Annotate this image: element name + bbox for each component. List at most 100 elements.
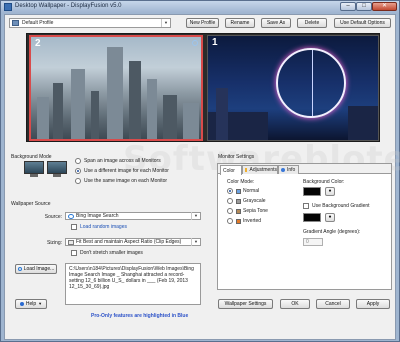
skyscraper bbox=[147, 79, 157, 139]
radio-button[interactable] bbox=[75, 168, 81, 174]
radio-same-each[interactable]: Use the same image on each Monitor bbox=[75, 178, 167, 184]
minimize-button[interactable]: – bbox=[340, 2, 356, 11]
profile-value: Default Profile bbox=[22, 20, 54, 26]
help-icon bbox=[19, 302, 24, 306]
tab-label: Color bbox=[223, 167, 235, 174]
inverted-icon bbox=[236, 218, 241, 224]
hotel-building bbox=[216, 88, 228, 140]
skyscraper bbox=[163, 95, 177, 139]
sizing-select[interactable]: Fit Best and maintain Aspect Ratio (Clip… bbox=[65, 238, 201, 246]
source-select[interactable]: Bing Image Search ▼ bbox=[65, 212, 201, 220]
use-gradient-label: Use Background Gradient bbox=[312, 203, 370, 209]
color-mode-normal[interactable]: Normal bbox=[227, 188, 259, 194]
bing-icon bbox=[68, 213, 74, 219]
use-default-options-button[interactable]: Use Default Options bbox=[334, 18, 391, 28]
source-value: Bing Image Search bbox=[76, 213, 119, 219]
info-icon bbox=[281, 168, 285, 172]
monitor-1-preview[interactable]: 1 bbox=[207, 35, 379, 141]
title-bar[interactable]: Desktop Wallpaper - DisplayFusion v5.0 –… bbox=[1, 1, 399, 13]
monitor-number-label: 2 bbox=[35, 38, 41, 49]
color-mode-sepia[interactable]: Sepia Tone bbox=[227, 208, 268, 214]
radio-button[interactable] bbox=[227, 198, 233, 204]
radio-different-each[interactable]: Use a different image for each Monitor bbox=[75, 168, 169, 174]
app-icon bbox=[4, 3, 12, 11]
monitor-preview: 2 1 bbox=[26, 33, 380, 142]
background-color-swatch[interactable] bbox=[303, 187, 321, 196]
chevron-down-icon[interactable]: ▼ bbox=[191, 212, 200, 220]
sepia-icon bbox=[236, 208, 241, 214]
radio-button[interactable] bbox=[75, 178, 81, 184]
wallpaper-source-heading: Wallpaper Source bbox=[11, 201, 51, 207]
close-button[interactable]: ✕ bbox=[372, 2, 397, 11]
cancel-button[interactable]: Cancel bbox=[316, 299, 350, 309]
radio-label: Inverted bbox=[243, 218, 262, 224]
skyscraper bbox=[91, 91, 99, 139]
maximize-button[interactable]: □ bbox=[356, 2, 372, 11]
tab-info[interactable]: Info bbox=[278, 165, 299, 174]
skyscraper bbox=[107, 47, 123, 139]
color-mode-grayscale[interactable]: Grayscale bbox=[227, 198, 266, 204]
radio-button[interactable] bbox=[227, 218, 233, 224]
wheel-spoke bbox=[312, 50, 313, 116]
rename-button[interactable]: Rename bbox=[225, 18, 255, 28]
background-color-label: Background Color: bbox=[303, 179, 345, 185]
checkbox[interactable] bbox=[303, 203, 309, 209]
color-picker-button[interactable]: ● bbox=[325, 187, 335, 196]
radio-button[interactable] bbox=[227, 188, 233, 194]
source-label: Source: bbox=[44, 214, 62, 220]
gradient-color-picker-button[interactable]: ● bbox=[325, 213, 335, 222]
tab-color[interactable]: Color bbox=[220, 165, 242, 175]
desktop-wallpaper-window: Desktop Wallpaper - DisplayFusion v5.0 –… bbox=[0, 0, 400, 342]
monitor-screen-graphic bbox=[47, 161, 67, 174]
wallpaper-settings-button[interactable]: Wallpaper Settings bbox=[218, 299, 273, 309]
image-path-textbox[interactable]: C:\Users\n184\Pictures\DisplayFusion\Web… bbox=[65, 263, 201, 305]
radio-button[interactable] bbox=[227, 208, 233, 214]
pro-only-note: Pro-Only features are highlighted in Blu… bbox=[91, 313, 189, 319]
radio-span-all[interactable]: Span an image across all Monitors bbox=[75, 158, 161, 164]
load-random-checkbox[interactable]: Load random images bbox=[71, 224, 127, 230]
color-mode-inverted[interactable]: Inverted bbox=[227, 218, 261, 224]
skyscraper bbox=[71, 69, 85, 139]
monitor-stand-graphic bbox=[53, 174, 61, 177]
skyscraper bbox=[129, 61, 141, 139]
adjustments-icon bbox=[245, 168, 248, 172]
apply-button[interactable]: Apply bbox=[356, 299, 390, 309]
save-as-button[interactable]: Save As bbox=[261, 18, 291, 28]
monitor-number-label: 1 bbox=[212, 37, 218, 48]
use-gradient-checkbox[interactable]: Use Background Gradient bbox=[303, 203, 370, 209]
tab-strip: Color Adjustments Info bbox=[218, 164, 391, 175]
city-skyline bbox=[348, 106, 378, 140]
chevron-down-icon: ▼ bbox=[38, 301, 43, 306]
gradient-color-swatch[interactable] bbox=[303, 213, 321, 222]
radio-button[interactable] bbox=[75, 158, 81, 164]
chevron-down-icon[interactable]: ▼ bbox=[191, 238, 200, 246]
checkbox[interactable] bbox=[71, 250, 77, 256]
radio-label: Span an image across all Monitors bbox=[84, 158, 161, 164]
monitor-2-preview[interactable]: 2 bbox=[29, 35, 203, 141]
delete-button[interactable]: Delete bbox=[297, 18, 327, 28]
ok-button[interactable]: OK bbox=[280, 299, 310, 309]
dont-stretch-label: Don't stretch smaller images bbox=[80, 250, 143, 256]
gradient-angle-spinner[interactable]: 0 bbox=[303, 238, 323, 246]
radio-label: Sepia Tone bbox=[243, 208, 268, 214]
checkbox[interactable] bbox=[71, 224, 77, 230]
sizing-label: Sizing: bbox=[46, 240, 62, 246]
tab-label: Info bbox=[287, 167, 296, 173]
normal-icon bbox=[236, 188, 241, 194]
chevron-down-icon[interactable]: ▼ bbox=[161, 19, 170, 27]
tab-label: Adjustments bbox=[249, 167, 277, 173]
dont-stretch-checkbox[interactable]: Don't stretch smaller images bbox=[71, 250, 143, 256]
load-image-button[interactable]: Load Image... bbox=[15, 264, 57, 274]
fit-icon bbox=[68, 239, 74, 245]
ferris-wheel bbox=[276, 48, 346, 118]
monitor-settings-panel: Color Adjustments Info Color Mode: Norma… bbox=[217, 163, 392, 290]
help-button[interactable]: Help ▼ bbox=[15, 299, 47, 309]
radio-label: Normal bbox=[243, 188, 260, 194]
load-random-label: Load random images bbox=[80, 224, 127, 230]
dual-monitor-icon bbox=[24, 161, 68, 177]
profile-select[interactable]: Default Profile ▼ bbox=[9, 18, 171, 28]
tab-adjustments[interactable]: Adjustments bbox=[242, 165, 278, 174]
radio-label: Grayscale bbox=[243, 198, 266, 204]
new-profile-button[interactable]: New Profile bbox=[186, 18, 219, 28]
load-image-label: Load Image... bbox=[23, 266, 55, 272]
